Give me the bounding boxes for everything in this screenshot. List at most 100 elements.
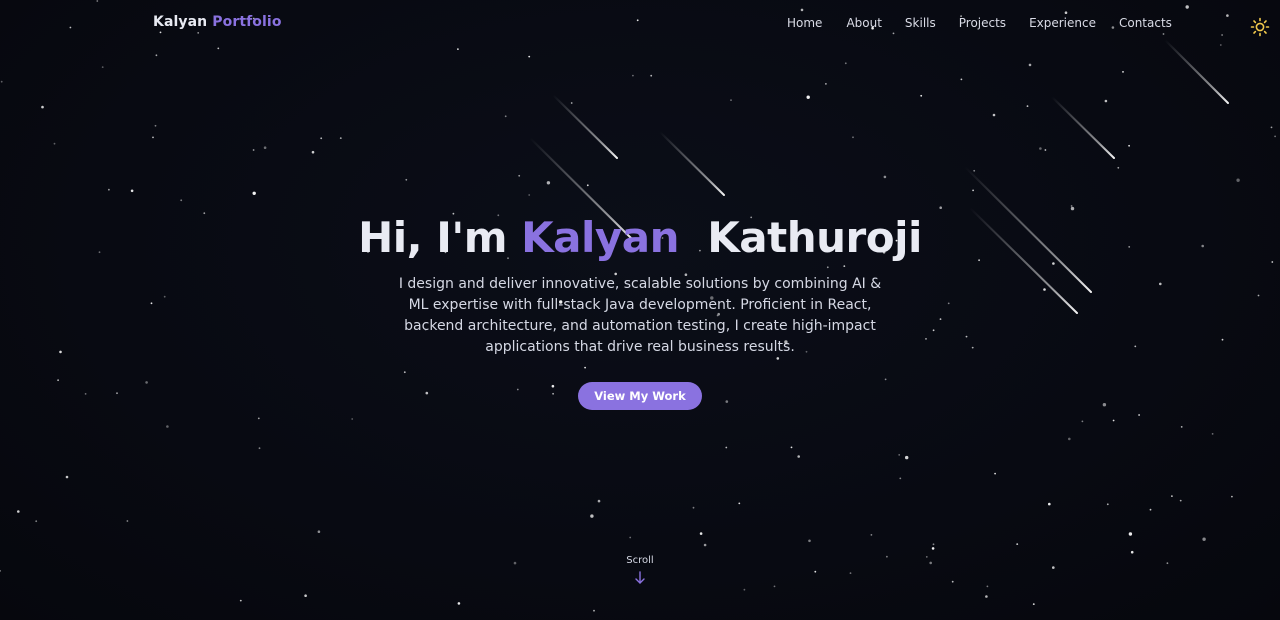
star <box>1128 144 1130 147</box>
nav-link-skills[interactable]: Skills <box>905 16 936 30</box>
star <box>154 124 157 127</box>
star <box>1104 99 1108 103</box>
star <box>546 181 551 185</box>
star <box>1106 503 1109 506</box>
star <box>905 455 909 460</box>
star <box>180 199 183 202</box>
star <box>1179 499 1182 502</box>
star <box>258 447 261 450</box>
star <box>985 595 988 598</box>
star <box>41 105 44 109</box>
star <box>108 188 110 191</box>
star <box>405 178 408 181</box>
star <box>629 536 632 539</box>
star <box>939 206 942 209</box>
star <box>252 149 255 151</box>
star <box>1039 147 1042 150</box>
star <box>528 194 531 196</box>
star <box>898 454 901 456</box>
page: Kalyan Portfolio Home About Skills Proje… <box>0 0 1280 620</box>
star <box>152 136 154 139</box>
star <box>1211 433 1214 435</box>
star <box>743 588 746 591</box>
star <box>239 599 242 602</box>
theme-toggle-button[interactable] <box>1250 17 1270 37</box>
star <box>339 137 342 140</box>
star <box>17 510 20 513</box>
nav-link-about[interactable]: About <box>846 16 881 30</box>
arrow-down-icon <box>635 571 645 584</box>
star <box>1149 508 1152 511</box>
star <box>1026 105 1029 107</box>
shooting-star <box>1164 39 1229 104</box>
nav-link-experience[interactable]: Experience <box>1029 16 1096 30</box>
star <box>825 83 827 85</box>
star <box>1274 135 1276 138</box>
shooting-star <box>1051 96 1115 159</box>
star <box>1128 532 1133 536</box>
star <box>155 54 158 57</box>
star <box>986 585 989 588</box>
star <box>351 418 354 420</box>
scroll-label: Scroll <box>626 555 654 566</box>
view-my-work-button[interactable]: View My Work <box>578 382 702 410</box>
star <box>1202 537 1206 541</box>
star <box>699 532 703 535</box>
star <box>593 609 595 612</box>
star <box>844 62 847 65</box>
nav-link-projects[interactable]: Projects <box>959 16 1006 30</box>
brand-suffix: Portfolio <box>212 14 282 30</box>
star <box>730 99 732 101</box>
shooting-star <box>659 131 725 196</box>
star <box>528 55 531 58</box>
star <box>1068 437 1071 441</box>
star <box>1138 414 1140 416</box>
star <box>806 95 810 99</box>
star <box>994 472 996 475</box>
star <box>217 47 220 50</box>
hero-title: Hi, I'm Kalyan Kathuroji <box>0 210 1280 266</box>
hero-last-name: Kathuroji <box>707 213 922 262</box>
star <box>304 594 307 597</box>
scroll-indicator[interactable]: Scroll <box>0 555 1280 585</box>
star <box>457 48 459 50</box>
star <box>65 475 69 479</box>
star <box>597 499 601 503</box>
star <box>317 530 321 533</box>
star <box>35 520 38 523</box>
nav-link-contacts[interactable]: Contacts <box>1119 16 1172 30</box>
star <box>518 174 521 177</box>
star <box>53 142 56 145</box>
star <box>870 534 873 536</box>
sun-icon <box>1250 17 1270 37</box>
star <box>1117 166 1120 169</box>
star <box>590 514 594 518</box>
star <box>257 417 260 420</box>
star <box>252 191 256 195</box>
star <box>692 506 695 509</box>
star <box>1122 71 1124 73</box>
star <box>773 585 776 588</box>
star <box>130 189 134 193</box>
star <box>166 425 169 428</box>
star <box>650 74 653 77</box>
star <box>1112 419 1115 422</box>
star <box>457 602 461 605</box>
star <box>586 184 589 187</box>
star <box>632 74 634 77</box>
star <box>973 169 976 172</box>
star <box>932 543 935 546</box>
star <box>1270 126 1273 129</box>
star <box>311 150 315 154</box>
star <box>320 137 323 140</box>
top-navigation: Kalyan Portfolio Home About Skills Proje… <box>0 0 1280 46</box>
star <box>972 189 974 192</box>
star <box>931 547 935 550</box>
star <box>1130 550 1134 554</box>
star <box>1081 420 1084 423</box>
star <box>852 136 854 139</box>
hero-first-name: Kalyan <box>521 213 679 262</box>
star <box>1032 603 1035 605</box>
nav-link-home[interactable]: Home <box>787 16 822 30</box>
brand-logo[interactable]: Kalyan Portfolio <box>153 14 282 30</box>
